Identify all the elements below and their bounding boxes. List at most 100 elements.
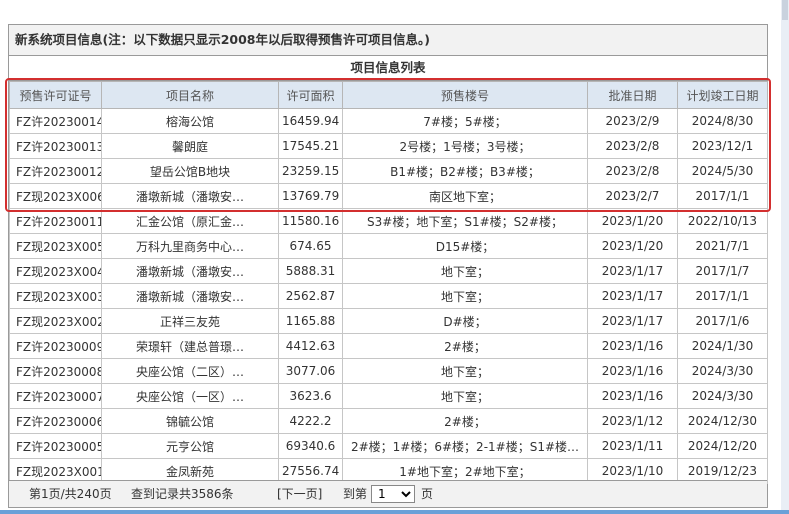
permit-area-cell: 4412.63 bbox=[278, 333, 343, 359]
buildings-cell: 地下室； bbox=[342, 358, 588, 384]
permit-area-cell: 5888.31 bbox=[278, 258, 343, 284]
project-name-cell[interactable]: 榕海公馆 bbox=[101, 108, 279, 134]
approval-date-cell: 2023/2/7 bbox=[587, 183, 678, 209]
buildings-cell: D#楼； bbox=[342, 308, 588, 334]
table-row: FZ现2023X003 潘墩新城（潘墩安… 2562.87 地下室； 2023/1/17… bbox=[9, 283, 768, 309]
permit-area-cell: 11580.16 bbox=[278, 208, 343, 234]
page-info: 第1页/共240页 bbox=[29, 487, 112, 501]
project-name-cell[interactable]: 央座公馆（二区）… bbox=[101, 358, 279, 384]
table-row: FZ许20230013 馨朗庭 17545.21 2号楼；1号楼；3号楼； 2023/2… bbox=[9, 133, 768, 159]
permit-no-cell: FZ现2023X006 bbox=[9, 183, 102, 209]
buildings-cell: 地下室； bbox=[342, 258, 588, 284]
project-name-cell[interactable]: 荣璟轩（建总普璟… bbox=[101, 333, 279, 359]
table-row: FZ许20230006 锦毓公馆 4222.2 2#楼； 2023/1/12 2024/1… bbox=[9, 408, 768, 434]
buildings-cell: 2#楼； bbox=[342, 408, 588, 434]
project-name-cell[interactable]: 锦毓公馆 bbox=[101, 408, 279, 434]
project-name-cell[interactable]: 潘墩新城（潘墩安… bbox=[101, 258, 279, 284]
buildings-cell: 地下室； bbox=[342, 383, 588, 409]
project-name-cell[interactable]: 潘墩新城（潘墩安… bbox=[101, 183, 279, 209]
table-body: FZ许20230014 榕海公馆 16459.94 7#楼；5#楼； 2023/2/9 2… bbox=[9, 108, 768, 484]
table-row: FZ现2023X004 潘墩新城（潘墩安… 5888.31 地下室； 2023/1/17… bbox=[9, 258, 768, 284]
next-page-link[interactable]: [下一页] bbox=[277, 481, 322, 507]
completion-date-cell: 2024/3/30 bbox=[677, 383, 768, 409]
buildings-cell: 2#楼；1#楼；6#楼；2-1#楼；S1#楼… bbox=[342, 433, 588, 459]
permit-no-cell: FZ许20230009 bbox=[9, 333, 102, 359]
table-header-row: 预售许可证号 项目名称 许可面积 预售楼号 批准日期 计划竣工日期 bbox=[9, 81, 768, 109]
header-completion-date: 计划竣工日期 bbox=[677, 81, 768, 109]
completion-date-cell: 2024/5/30 bbox=[677, 158, 768, 184]
buildings-cell: S3#楼；地下室；S1#楼；S2#楼； bbox=[342, 208, 588, 234]
project-name-cell[interactable]: 央座公馆（一区）… bbox=[101, 383, 279, 409]
permit-no-cell: FZ许20230007 bbox=[9, 383, 102, 409]
buildings-cell: 2号楼；1号楼；3号楼； bbox=[342, 133, 588, 159]
permit-area-cell: 4222.2 bbox=[278, 408, 343, 434]
approval-date-cell: 2023/1/17 bbox=[587, 283, 678, 309]
list-title: 项目信息列表 bbox=[9, 56, 767, 81]
header-permit-area: 许可面积 bbox=[278, 81, 343, 109]
permit-no-cell: FZ许20230011 bbox=[9, 208, 102, 234]
completion-date-cell: 2024/12/20 bbox=[677, 433, 768, 459]
scrollbar-thumb[interactable] bbox=[782, 0, 788, 20]
completion-date-cell: 2023/12/1 bbox=[677, 133, 768, 159]
completion-date-cell: 2024/3/30 bbox=[677, 358, 768, 384]
permit-area-cell: 23259.15 bbox=[278, 158, 343, 184]
buildings-cell: 地下室； bbox=[342, 283, 588, 309]
approval-date-cell: 2023/2/8 bbox=[587, 133, 678, 159]
approval-date-cell: 2023/2/8 bbox=[587, 158, 678, 184]
permit-no-cell: FZ现2023X004 bbox=[9, 258, 102, 284]
completion-date-cell: 2024/1/30 bbox=[677, 333, 768, 359]
table-row: FZ许20230014 榕海公馆 16459.94 7#楼；5#楼； 2023/2/9 2… bbox=[9, 108, 768, 134]
approval-date-cell: 2023/1/11 bbox=[587, 433, 678, 459]
table-row: FZ许20230011 汇金公馆（原汇金… 11580.16 S3#楼；地下室；S1#… bbox=[9, 208, 768, 234]
completion-date-cell: 2017/1/6 bbox=[677, 308, 768, 334]
table-row: FZ许20230009 荣璟轩（建总普璟… 4412.63 2#楼； 2023/1/16… bbox=[9, 333, 768, 359]
project-name-cell[interactable]: 潘墩新城（潘墩安… bbox=[101, 283, 279, 309]
header-permit-no: 预售许可证号 bbox=[9, 81, 102, 109]
permit-area-cell: 3623.6 bbox=[278, 383, 343, 409]
project-info-panel: 新系统项目信息(注：以下数据只显示2008年以后取得预售许可项目信息。) 项目信… bbox=[8, 24, 768, 508]
buildings-cell: 7#楼；5#楼； bbox=[342, 108, 588, 134]
permit-no-cell: FZ许20230006 bbox=[9, 408, 102, 434]
permit-area-cell: 2562.87 bbox=[278, 283, 343, 309]
permit-no-cell: FZ许20230012 bbox=[9, 158, 102, 184]
project-name-cell[interactable]: 馨朗庭 bbox=[101, 133, 279, 159]
pagination-bar: 第1页/共240页 查到记录共3586条 [下一页] 到第 1 页 bbox=[9, 480, 767, 507]
approval-date-cell: 2023/1/16 bbox=[587, 358, 678, 384]
window-scrollbar[interactable] bbox=[781, 0, 789, 514]
permit-area-cell: 17545.21 bbox=[278, 133, 343, 159]
project-name-cell[interactable]: 正祥三友苑 bbox=[101, 308, 279, 334]
permit-no-cell: FZ许20230013 bbox=[9, 133, 102, 159]
header-project-name: 项目名称 bbox=[101, 81, 279, 109]
permit-area-cell: 16459.94 bbox=[278, 108, 343, 134]
table-row: FZ许20230008 央座公馆（二区）… 3077.06 地下室； 2023/1/16… bbox=[9, 358, 768, 384]
permit-area-cell: 1165.88 bbox=[278, 308, 343, 334]
page-select[interactable]: 1 bbox=[371, 485, 415, 503]
completion-date-cell: 2017/1/1 bbox=[677, 283, 768, 309]
permit-area-cell: 3077.06 bbox=[278, 358, 343, 384]
buildings-cell: D15#楼； bbox=[342, 233, 588, 259]
approval-date-cell: 2023/2/9 bbox=[587, 108, 678, 134]
goto-label: 到第 bbox=[343, 487, 368, 501]
project-name-cell[interactable]: 汇金公馆（原汇金… bbox=[101, 208, 279, 234]
permit-area-cell: 13769.79 bbox=[278, 183, 343, 209]
permit-no-cell: FZ许20230008 bbox=[9, 358, 102, 384]
table-row: FZ现2023X006 潘墩新城（潘墩安… 13769.79 南区地下室； 2023/2… bbox=[9, 183, 768, 209]
table-row: FZ现2023X005 万科九里商务中心… 674.65 D15#楼； 2023/1/2… bbox=[9, 233, 768, 259]
bottom-border bbox=[0, 510, 789, 514]
notice-banner: 新系统项目信息(注：以下数据只显示2008年以后取得预售许可项目信息。) bbox=[9, 25, 767, 56]
completion-date-cell: 2017/1/1 bbox=[677, 183, 768, 209]
project-table: 预售许可证号 项目名称 许可面积 预售楼号 批准日期 计划竣工日期 FZ许202… bbox=[9, 81, 768, 484]
project-name-cell[interactable]: 望岳公馆B地块 bbox=[101, 158, 279, 184]
completion-date-cell: 2017/1/7 bbox=[677, 258, 768, 284]
page-suffix: 页 bbox=[421, 487, 434, 501]
permit-area-cell: 674.65 bbox=[278, 233, 343, 259]
project-name-cell[interactable]: 万科九里商务中心… bbox=[101, 233, 279, 259]
project-name-cell[interactable]: 元亨公馆 bbox=[101, 433, 279, 459]
permit-no-cell: FZ许20230005 bbox=[9, 433, 102, 459]
header-buildings: 预售楼号 bbox=[342, 81, 588, 109]
table-row: FZ许20230012 望岳公馆B地块 23259.15 B1#楼；B2#楼；B3#楼… bbox=[9, 158, 768, 184]
completion-date-cell: 2021/7/1 bbox=[677, 233, 768, 259]
approval-date-cell: 2023/1/20 bbox=[587, 233, 678, 259]
table-row: FZ现2023X002 正祥三友苑 1165.88 D#楼； 2023/1/17 2017… bbox=[9, 308, 768, 334]
permit-no-cell: FZ现2023X002 bbox=[9, 308, 102, 334]
